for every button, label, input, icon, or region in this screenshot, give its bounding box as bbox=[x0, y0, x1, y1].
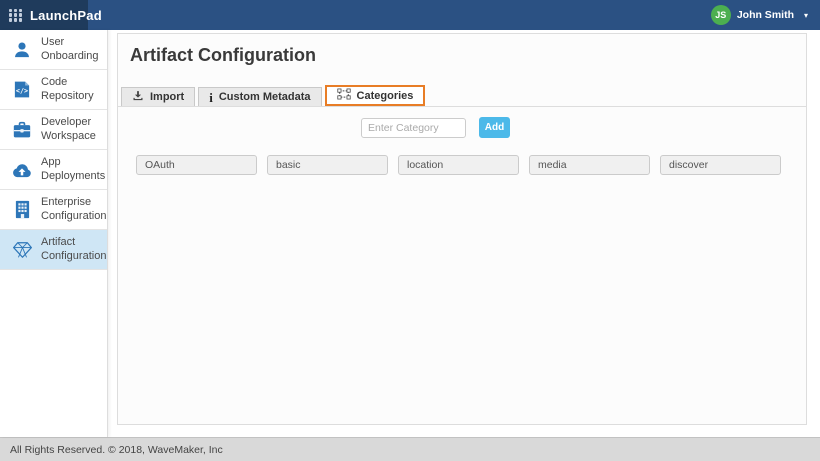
layout: User Onboarding </> Code Repository Deve… bbox=[0, 30, 820, 437]
category-item[interactable]: media bbox=[529, 155, 650, 175]
categories-list: OAuth basic location media discover bbox=[136, 155, 806, 175]
category-item[interactable]: OAuth bbox=[136, 155, 257, 175]
sidebar-item-code-repository[interactable]: </> Code Repository bbox=[0, 70, 107, 110]
cloud-upload-icon bbox=[11, 162, 33, 178]
sidebar-item-label: Developer Workspace bbox=[41, 116, 103, 143]
tab-bar: Import i Custom Metadata Categories bbox=[118, 85, 806, 107]
gem-icon bbox=[11, 241, 33, 259]
tab-label: Import bbox=[150, 91, 184, 103]
logo-area[interactable]: LaunchPad bbox=[0, 0, 88, 30]
briefcase-icon bbox=[11, 121, 33, 139]
info-icon: i bbox=[209, 91, 213, 104]
user-name: John Smith bbox=[737, 9, 794, 21]
category-form: Add bbox=[361, 117, 806, 138]
sidebar-item-label: App Deployments bbox=[41, 156, 103, 183]
user-icon bbox=[11, 40, 33, 60]
sidebar-item-developer-workspace[interactable]: Developer Workspace bbox=[0, 110, 107, 150]
code-file-icon: </> bbox=[11, 80, 33, 99]
sidebar-item-label: User Onboarding bbox=[41, 36, 103, 63]
download-icon bbox=[132, 90, 144, 105]
category-item[interactable]: discover bbox=[660, 155, 781, 175]
sidebar-item-app-deployments[interactable]: App Deployments bbox=[0, 150, 107, 190]
selection-box-icon bbox=[337, 88, 351, 103]
tab-import[interactable]: Import bbox=[121, 87, 195, 106]
svg-text:</>: </> bbox=[16, 87, 28, 95]
apps-grid-icon bbox=[9, 9, 22, 22]
sidebar: User Onboarding </> Code Repository Deve… bbox=[0, 30, 108, 437]
tab-label: Categories bbox=[357, 90, 414, 102]
content-card: Artifact Configuration Import i Custom M… bbox=[117, 33, 807, 425]
header-spacer bbox=[88, 0, 711, 30]
building-icon bbox=[11, 200, 33, 219]
sidebar-item-label: Enterprise Configuration bbox=[41, 196, 103, 223]
main-area: Artifact Configuration Import i Custom M… bbox=[108, 30, 820, 437]
category-item[interactable]: basic bbox=[267, 155, 388, 175]
footer: All Rights Reserved. © 2018, WaveMaker, … bbox=[0, 437, 820, 461]
chevron-down-icon: ▾ bbox=[804, 11, 808, 20]
sidebar-item-artifact-configuration[interactable]: Artifact Configuration bbox=[0, 230, 107, 270]
page-title: Artifact Configuration bbox=[130, 45, 806, 66]
sidebar-item-user-onboarding[interactable]: User Onboarding bbox=[0, 30, 107, 70]
tab-custom-metadata[interactable]: i Custom Metadata bbox=[198, 87, 321, 106]
sidebar-item-enterprise-configuration[interactable]: Enterprise Configuration bbox=[0, 190, 107, 230]
avatar: JS bbox=[711, 5, 731, 25]
user-menu[interactable]: JS John Smith ▾ bbox=[711, 0, 820, 30]
app-header: LaunchPad JS John Smith ▾ bbox=[0, 0, 820, 30]
copyright-text: All Rights Reserved. © 2018, WaveMaker, … bbox=[10, 444, 223, 456]
sidebar-item-label: Code Repository bbox=[41, 76, 103, 103]
category-input[interactable] bbox=[361, 118, 466, 138]
sidebar-item-label: Artifact Configuration bbox=[41, 236, 103, 263]
tab-categories[interactable]: Categories bbox=[325, 85, 426, 106]
category-item[interactable]: location bbox=[398, 155, 519, 175]
tab-label: Custom Metadata bbox=[219, 91, 311, 103]
add-button[interactable]: Add bbox=[479, 117, 510, 138]
